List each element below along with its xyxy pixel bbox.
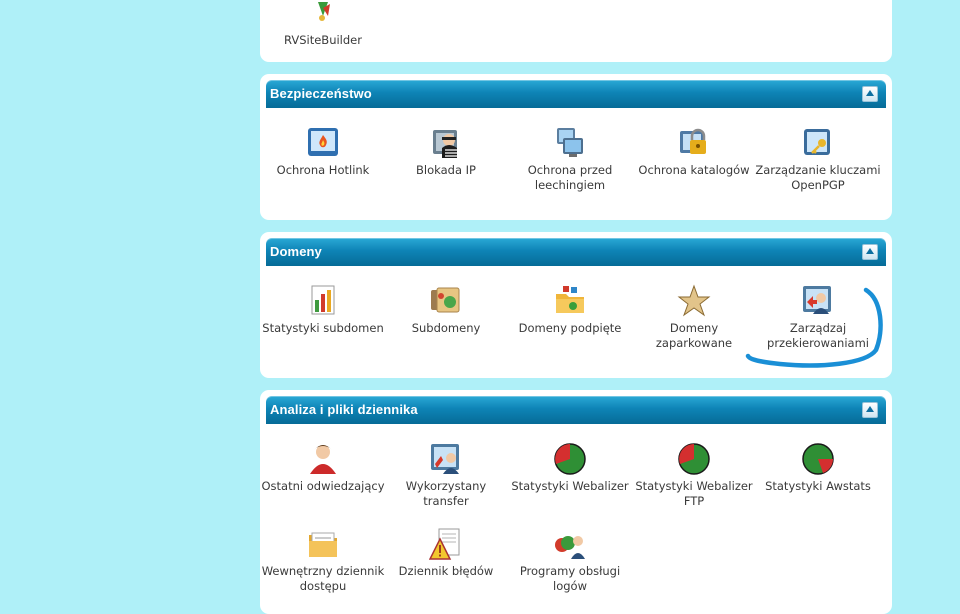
- domains-header[interactable]: Domeny: [266, 238, 886, 266]
- subdomains-icon: [431, 287, 460, 313]
- subdomain-stats-icon: [311, 285, 335, 315]
- parked-domains-item[interactable]: Domeny zaparkowane: [631, 284, 757, 351]
- domains-panel: Domeny Statystyki subdomen Subdomeny Dom…: [260, 232, 892, 378]
- collapse-icon[interactable]: [862, 244, 878, 260]
- rvsitebuilder-item[interactable]: RVSiteBuilder: [260, 0, 386, 48]
- software-panel: RVSiteBuilder: [260, 0, 892, 62]
- bandwidth-item[interactable]: Wykorzystany transfer: [383, 442, 509, 509]
- webalizer-ftp-label: Statystyki Webalizer FTP: [635, 479, 753, 508]
- security-header[interactable]: Bezpieczeństwo: [266, 80, 886, 108]
- bandwidth-icon: [431, 444, 459, 474]
- ip-blocker-label: Blokada IP: [416, 163, 476, 177]
- ip-blocker-item[interactable]: Blokada IP: [383, 126, 509, 178]
- leech-protection-label: Ochrona przed leechingiem: [527, 163, 613, 192]
- webalizer-item[interactable]: Statystyki Webalizer: [507, 442, 633, 494]
- raw-access-logs-item[interactable]: Wewnętrzny dziennik dostępu: [260, 527, 386, 594]
- leech-protection-item[interactable]: Ochrona przed leechingiem: [507, 126, 633, 193]
- logs-panel: Analiza i pliki dziennika Ostatni odwied…: [260, 390, 892, 614]
- log-programs-label: Programy obsługi logów: [519, 564, 621, 593]
- logs-header[interactable]: Analiza i pliki dziennika: [266, 396, 886, 424]
- hotlink-protection-icon: [308, 128, 338, 156]
- latest-visitors-item[interactable]: Ostatni odwiedzający: [260, 442, 386, 494]
- directory-lock-label: Ochrona katalogów: [638, 163, 750, 177]
- awstats-item[interactable]: Statystyki Awstats: [755, 442, 881, 494]
- redirects-item[interactable]: Zarządzaj przekierowaniami: [755, 284, 881, 351]
- domains-title: Domeny: [270, 244, 322, 259]
- raw-access-logs-icon: [309, 532, 337, 557]
- directory-lock-icon: [680, 128, 706, 154]
- parked-domains-icon: [677, 284, 711, 317]
- webalizer-ftp-icon: [678, 443, 710, 475]
- redirects-icon: [803, 286, 831, 314]
- hotlink-protection-item[interactable]: Ochrona Hotlink: [260, 126, 386, 178]
- raw-access-logs-label: Wewnętrzny dziennik dostępu: [261, 564, 385, 593]
- subdomain-stats-label: Statystyki subdomen: [262, 321, 384, 335]
- logs-title: Analiza i pliki dziennika: [270, 402, 418, 417]
- error-log-icon: [429, 528, 460, 560]
- gpg-keys-item[interactable]: Zarządzanie kluczami OpenPGP: [755, 126, 881, 193]
- latest-visitors-icon: [310, 445, 336, 474]
- collapse-icon[interactable]: [862, 402, 878, 418]
- bandwidth-label: Wykorzystany transfer: [405, 479, 487, 508]
- security-title: Bezpieczeństwo: [270, 86, 372, 101]
- subdomains-item[interactable]: Subdomeny: [383, 284, 509, 336]
- gpg-keys-label: Zarządzanie kluczami OpenPGP: [755, 163, 881, 192]
- parked-domains-label: Domeny zaparkowane: [655, 321, 733, 350]
- addon-domains-label: Domeny podpięte: [518, 321, 622, 335]
- gpg-keys-icon: [804, 129, 830, 155]
- addon-domains-icon: [556, 286, 584, 313]
- error-log-label: Dziennik błędów: [398, 564, 494, 578]
- rvsitebuilder-icon: [318, 2, 330, 21]
- webalizer-icon: [554, 443, 586, 475]
- hotlink-protection-label: Ochrona Hotlink: [276, 163, 370, 177]
- addon-domains-item[interactable]: Domeny podpięte: [507, 284, 633, 336]
- webalizer-label: Statystyki Webalizer: [511, 479, 629, 493]
- rvsitebuilder-label: RVSiteBuilder: [284, 33, 362, 47]
- log-programs-item[interactable]: Programy obsługi logów: [507, 527, 633, 594]
- subdomain-stats-item[interactable]: Statystyki subdomen: [260, 284, 386, 336]
- webalizer-ftp-item[interactable]: Statystyki Webalizer FTP: [631, 442, 757, 509]
- redirects-label: Zarządzaj przekierowaniami: [767, 321, 869, 350]
- subdomains-label: Subdomeny: [411, 321, 481, 335]
- awstats-icon: [802, 443, 834, 475]
- leech-protection-icon: [557, 128, 583, 157]
- error-log-item[interactable]: Dziennik błędów: [383, 527, 509, 579]
- security-panel: Bezpieczeństwo Ochrona Hotlink Blokada I…: [260, 74, 892, 220]
- ip-blocker-icon: [433, 130, 457, 158]
- latest-visitors-label: Ostatni odwiedzający: [261, 479, 385, 493]
- directory-lock-item[interactable]: Ochrona katalogów: [631, 126, 757, 178]
- awstats-label: Statystyki Awstats: [765, 479, 871, 493]
- log-programs-icon: [555, 536, 585, 559]
- collapse-icon[interactable]: [862, 86, 878, 102]
